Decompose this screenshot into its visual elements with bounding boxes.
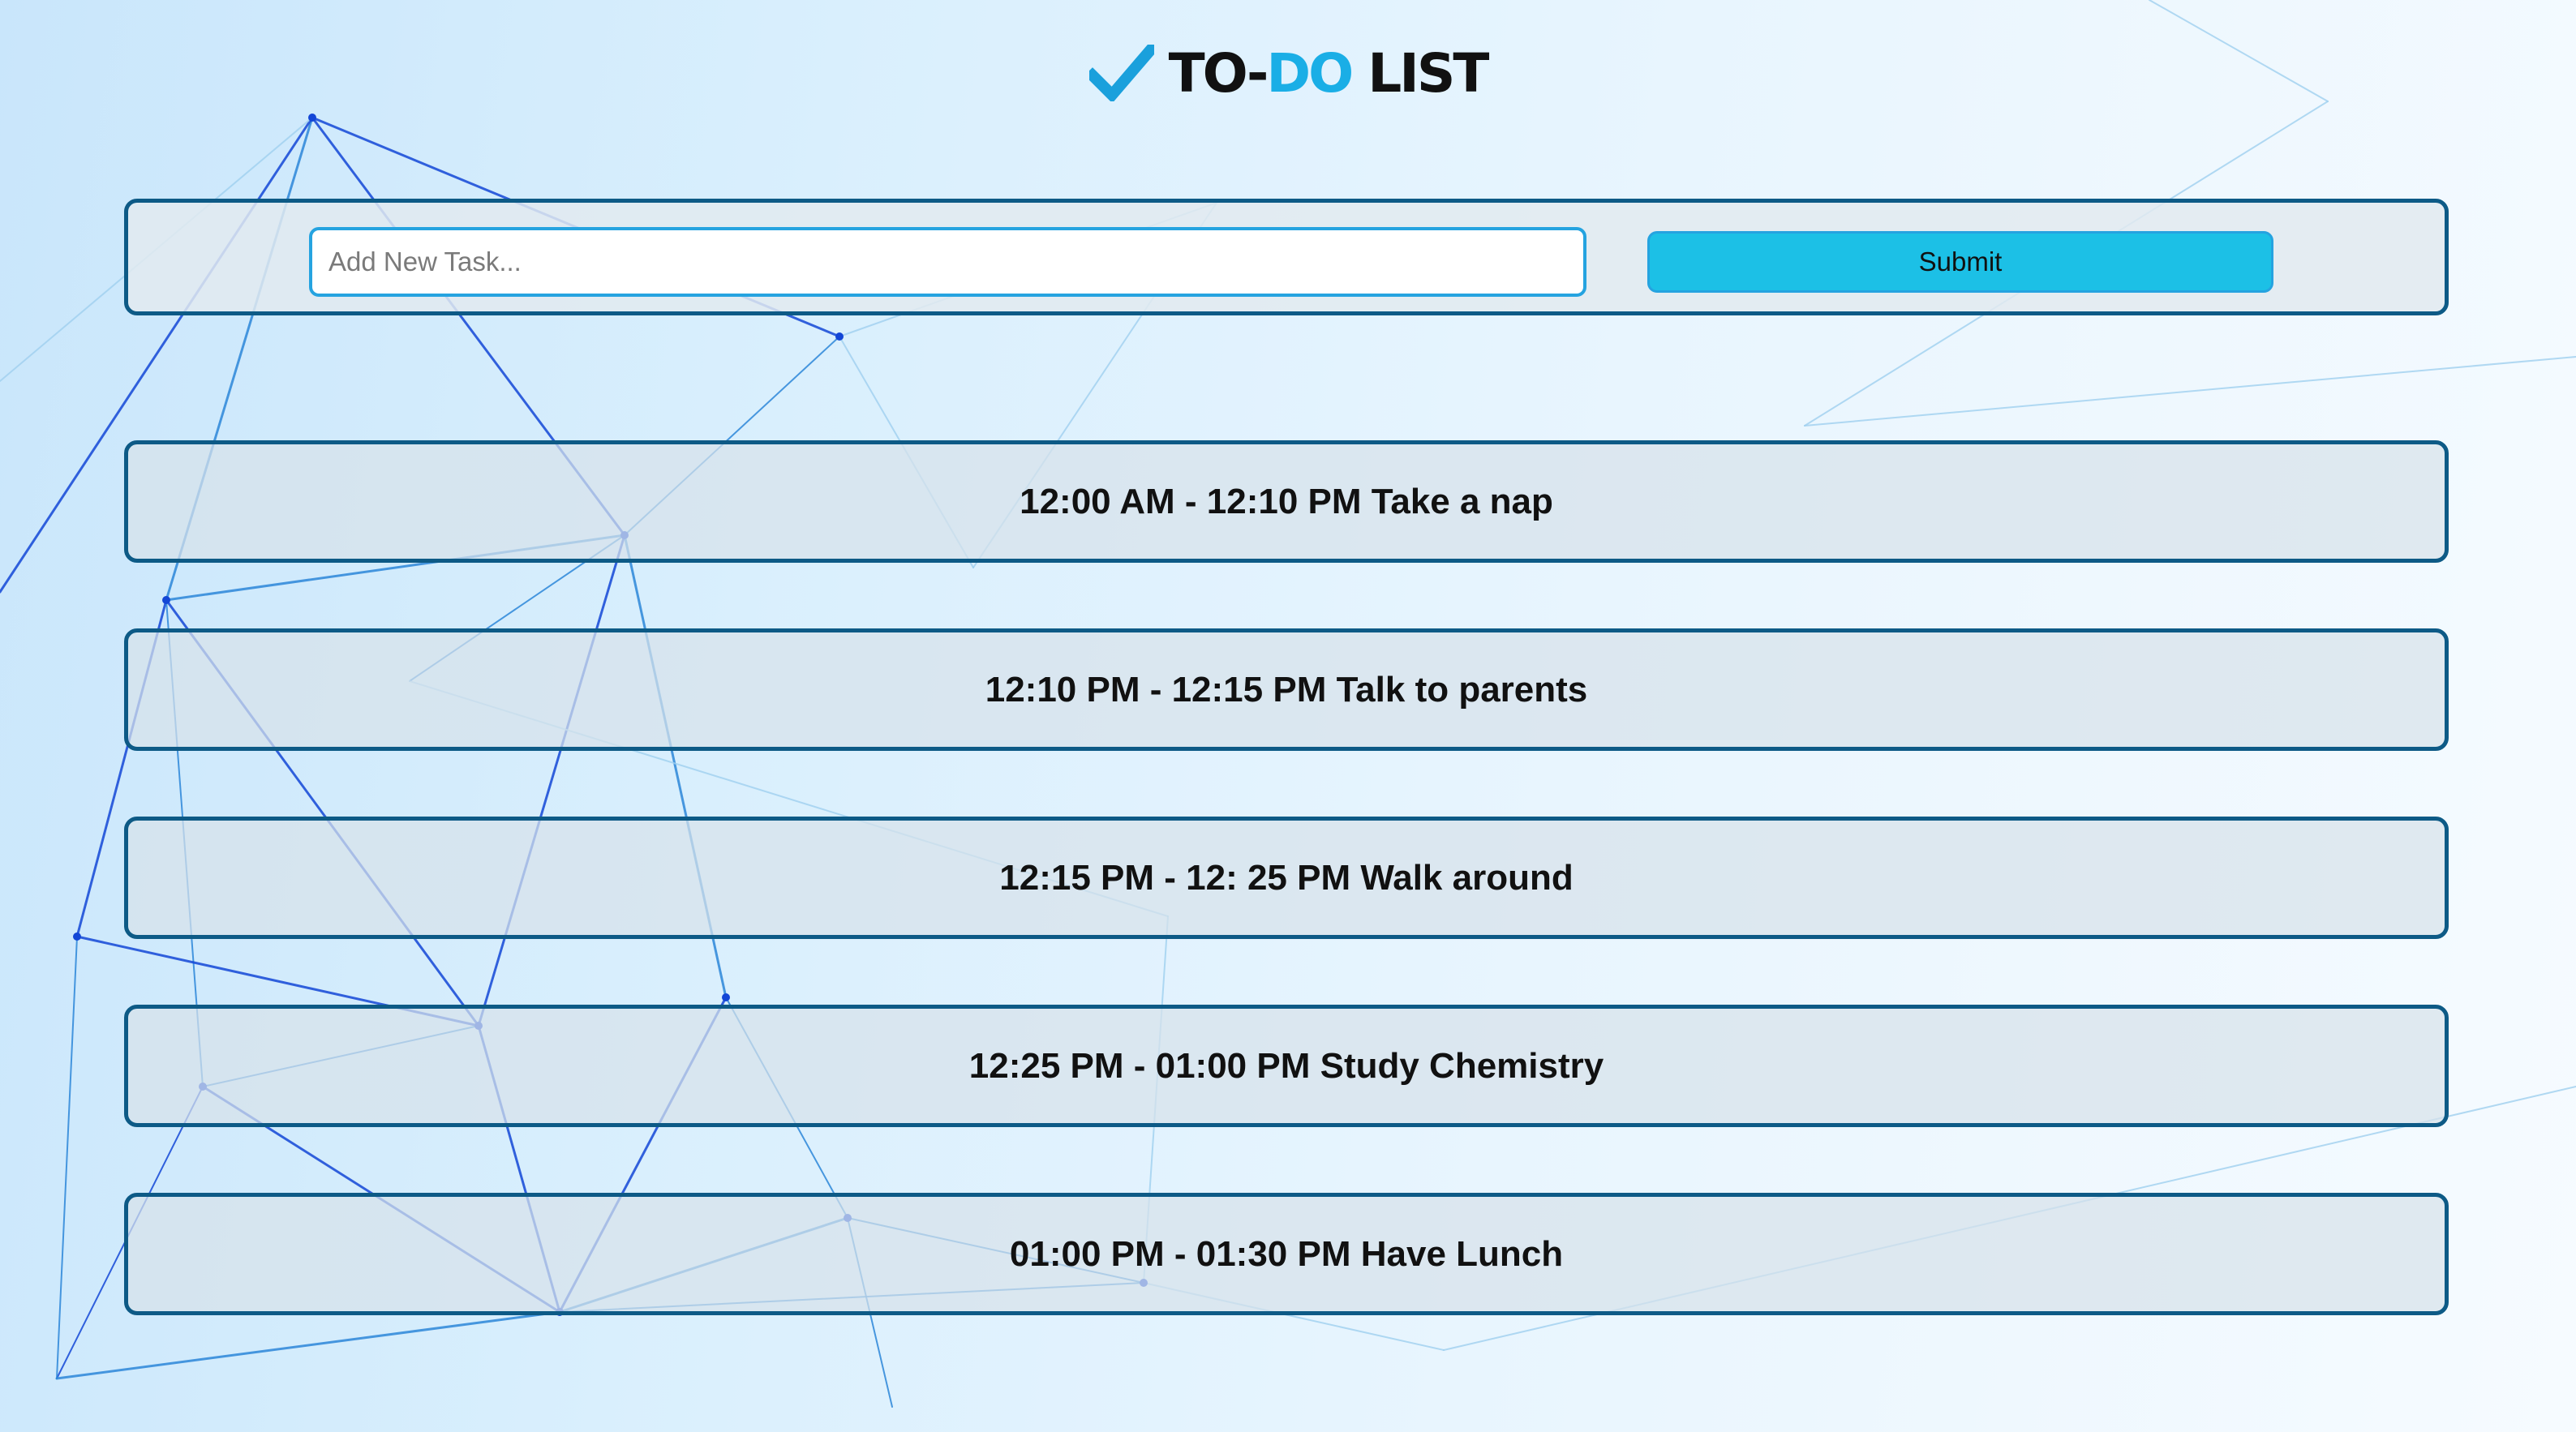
task-list: 12:00 AM - 12:10 PM Take a nap 12:10 PM … (124, 440, 2449, 1381)
task-text: 12:00 AM - 12:10 PM Take a nap (1020, 481, 1553, 521)
header: TO-DO LIST (0, 32, 2576, 114)
todo-app: TO-DO LIST Submit 12:00 AM - 12:10 PM Ta… (0, 0, 2576, 1432)
task-item[interactable]: 12:00 AM - 12:10 PM Take a nap (124, 440, 2449, 563)
page-title: TO-DO LIST (1168, 41, 1490, 105)
title-part2: LIST (1351, 41, 1489, 105)
task-item[interactable]: 01:00 PM - 01:30 PM Have Lunch (124, 1193, 2449, 1315)
task-text: 12:25 PM - 01:00 PM Study Chemistry (968, 1045, 1604, 1086)
title-part1: TO- (1168, 41, 1269, 105)
task-text: 12:10 PM - 12:15 PM Talk to parents (985, 669, 1588, 710)
logo: TO-DO LIST (1088, 41, 1490, 105)
task-item[interactable]: 12:25 PM - 01:00 PM Study Chemistry (124, 1005, 2449, 1127)
submit-button[interactable]: Submit (1647, 231, 2273, 293)
add-task-panel: Submit (124, 199, 2449, 315)
checkmark-icon (1088, 45, 1154, 101)
task-item[interactable]: 12:10 PM - 12:15 PM Talk to parents (124, 628, 2449, 751)
task-text: 12:15 PM - 12: 25 PM Walk around (999, 857, 1574, 898)
task-item[interactable]: 12:15 PM - 12: 25 PM Walk around (124, 817, 2449, 939)
title-accent: DO (1266, 41, 1354, 105)
new-task-input[interactable] (309, 227, 1586, 297)
task-text: 01:00 PM - 01:30 PM Have Lunch (1009, 1233, 1564, 1274)
